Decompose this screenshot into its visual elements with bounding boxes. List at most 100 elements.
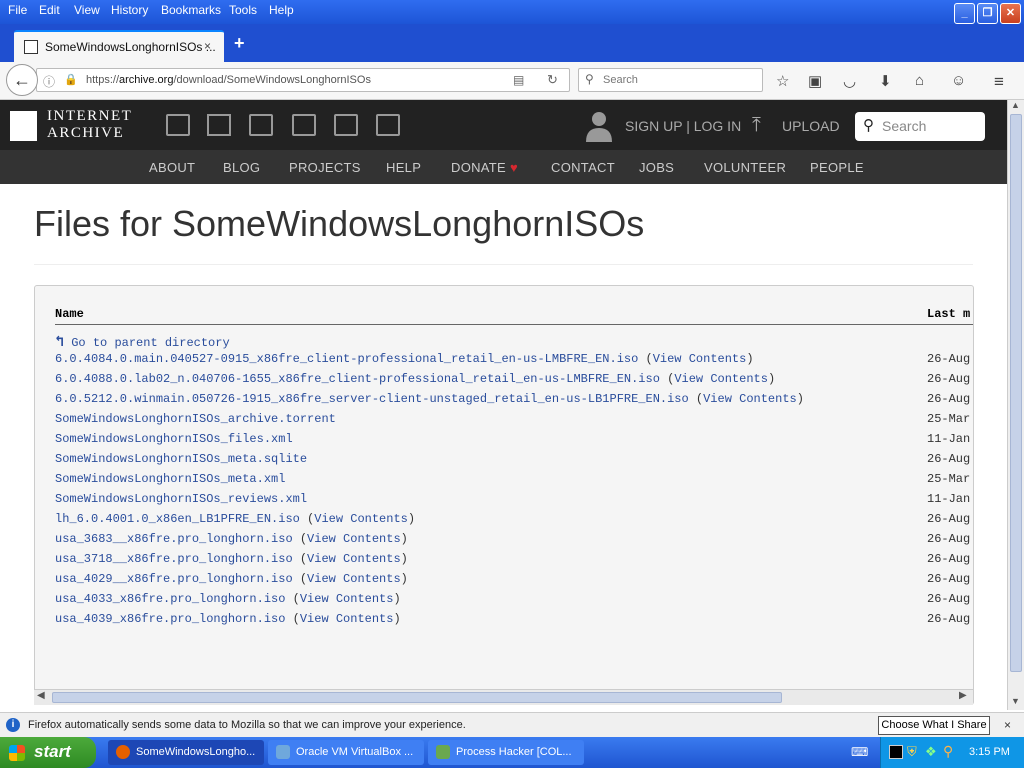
file-row: 6.0.5212.0.winmain.050726-1915_x86fre_se… (55, 392, 804, 406)
minimize-button[interactable]: _ (954, 3, 975, 24)
restore-button[interactable]: ❐ (977, 3, 998, 24)
ia-search-input[interactable]: ⚲ Search (855, 112, 985, 141)
file-link[interactable]: usa_4039_x86fre.pro_longhorn.iso (55, 612, 285, 626)
signup-login-link[interactable]: SIGN UP | LOG IN (625, 118, 741, 134)
file-link[interactable]: 6.0.4088.0.lab02_n.040706-1655_x86fre_cl… (55, 372, 660, 386)
horizontal-scroll-thumb[interactable] (52, 692, 782, 703)
hamburger-menu-icon[interactable]: ≡ (994, 72, 1004, 92)
reading-list-icon[interactable]: ▣ (808, 72, 822, 90)
network-tray-icon[interactable]: ❖ (925, 744, 937, 760)
window-close-button[interactable]: ✕ (1000, 3, 1021, 24)
images-icon[interactable] (376, 114, 400, 136)
home-icon[interactable]: ⌂ (915, 72, 924, 89)
file-link[interactable]: usa_3718__x86fre.pro_longhorn.iso (55, 552, 293, 566)
menu-file[interactable]: File (8, 3, 27, 17)
nav-donate[interactable]: DONATE ♥ (451, 160, 518, 175)
file-link[interactable]: 6.0.4084.0.main.040527-0915_x86fre_clien… (55, 352, 638, 366)
url-text[interactable]: https://archive.org/download/SomeWindows… (86, 74, 371, 86)
task-process-hacker[interactable]: Process Hacker [COL... (428, 740, 584, 765)
pocket-icon[interactable]: ◡ (843, 72, 856, 90)
shield-tray-icon[interactable]: ⛨ (907, 744, 917, 760)
tab-close-icon[interactable]: × (204, 39, 211, 53)
file-link[interactable]: SomeWindowsLonghornISOs_files.xml (55, 432, 293, 446)
video-icon[interactable] (249, 114, 273, 136)
nav-contact[interactable]: CONTACT (551, 160, 615, 175)
smiley-icon[interactable]: ☺ (951, 72, 966, 89)
tab-active[interactable]: SomeWindowsLonghornISOs ... × (14, 30, 224, 62)
scroll-right-icon[interactable]: ▶ (959, 690, 967, 701)
view-contents-link[interactable]: View Contents (314, 512, 408, 526)
texts-icon[interactable] (207, 114, 231, 136)
ia-logo-text[interactable]: INTERNET ARCHIVE (47, 108, 132, 142)
paren: ) (746, 352, 754, 366)
view-contents-link[interactable]: View Contents (703, 392, 797, 406)
parent-directory-link[interactable]: ↰ Go to parent directory (55, 332, 230, 351)
reload-icon[interactable]: ↻ (547, 72, 558, 88)
scroll-up-icon[interactable]: ▲ (1011, 100, 1020, 110)
file-link[interactable]: SomeWindowsLonghornISOs_meta.sqlite (55, 452, 307, 466)
file-link[interactable]: usa_4033_x86fre.pro_longhorn.iso (55, 592, 285, 606)
nav-help[interactable]: HELP (386, 160, 421, 175)
scroll-left-icon[interactable]: ◀ (37, 690, 45, 701)
search-placeholder: Search (603, 74, 638, 86)
audio-icon[interactable] (292, 114, 316, 136)
search-bar[interactable]: ⚲ Search (578, 68, 763, 92)
menu-bookmarks[interactable]: Bookmarks (161, 3, 221, 17)
software-icon[interactable] (334, 114, 358, 136)
task-firefox[interactable]: SomeWindowsLongho... (108, 740, 264, 765)
view-contents-link[interactable]: View Contents (307, 532, 401, 546)
file-link[interactable]: SomeWindowsLonghornISOs_meta.xml (55, 472, 285, 486)
start-button[interactable]: start (0, 737, 96, 768)
view-contents-link[interactable]: View Contents (307, 572, 401, 586)
file-row: SomeWindowsLonghornISOs_meta.sqlite (55, 452, 307, 466)
ia-logo-icon[interactable] (10, 111, 37, 141)
menu-help[interactable]: Help (269, 3, 294, 17)
file-listing: Name Last m ↰ Go to parent directory 6.0… (34, 285, 974, 705)
back-button[interactable]: ← (6, 64, 38, 96)
web-icon[interactable] (166, 114, 190, 136)
console-tray-icon[interactable] (889, 745, 903, 759)
choose-what-i-share-button[interactable]: Choose What I Share (878, 716, 990, 735)
vertical-scrollbar[interactable]: ▲ ▼ (1007, 100, 1024, 710)
menu-history[interactable]: History (111, 3, 148, 17)
menu-tools[interactable]: Tools (229, 3, 257, 17)
bookmark-star-icon[interactable]: ☆ (776, 72, 789, 90)
horizontal-scrollbar[interactable]: ◀ ▶ (34, 689, 973, 705)
task-virtualbox[interactable]: Oracle VM VirtualBox ... (268, 740, 424, 765)
nav-blog[interactable]: BLOG (223, 160, 260, 175)
nav-volunteer[interactable]: VOLUNTEER (704, 160, 786, 175)
nav-jobs[interactable]: JOBS (639, 160, 674, 175)
search-tray-icon[interactable]: ⚲ (943, 743, 953, 760)
downloads-icon[interactable]: ⬇ (879, 72, 892, 90)
view-contents-link[interactable]: View Contents (300, 612, 394, 626)
view-contents-link[interactable]: View Contents (653, 352, 747, 366)
user-icon[interactable] (585, 110, 613, 142)
file-link[interactable]: SomeWindowsLonghornISOs_reviews.xml (55, 492, 307, 506)
menu-edit[interactable]: Edit (39, 3, 60, 17)
nav-people[interactable]: PEOPLE (810, 160, 864, 175)
reader-view-icon[interactable]: ▤ (513, 73, 524, 87)
url-bar[interactable]: ⓘ 🔒 https://archive.org/download/SomeWin… (36, 68, 570, 92)
view-contents-link[interactable]: View Contents (300, 592, 394, 606)
scroll-down-icon[interactable]: ▼ (1011, 696, 1020, 706)
menu-view[interactable]: View (74, 3, 100, 17)
file-link[interactable]: SomeWindowsLonghornISOs_archive.torrent (55, 412, 336, 426)
nav-projects[interactable]: PROJECTS (289, 160, 361, 175)
file-link[interactable]: usa_3683__x86fre.pro_longhorn.iso (55, 532, 293, 546)
keyboard-icon[interactable]: ⌨ (851, 745, 868, 759)
column-header-name[interactable]: Name (55, 307, 84, 321)
file-link[interactable]: usa_4029__x86fre.pro_longhorn.iso (55, 572, 293, 586)
notification-close-icon[interactable]: × (1004, 718, 1011, 732)
view-contents-link[interactable]: View Contents (674, 372, 768, 386)
nav-about[interactable]: ABOUT (149, 160, 195, 175)
column-header-last-modified[interactable]: Last m (927, 307, 970, 321)
file-link[interactable]: 6.0.5212.0.winmain.050726-1915_x86fre_se… (55, 392, 689, 406)
upload-link[interactable]: UPLOAD (782, 118, 840, 134)
file-row: 6.0.4088.0.lab02_n.040706-1655_x86fre_cl… (55, 372, 775, 386)
file-link[interactable]: lh_6.0.4001.0_x86en_LB1PFRE_EN.iso (55, 512, 300, 526)
info-icon[interactable]: ⓘ (43, 73, 55, 90)
vertical-scroll-thumb[interactable] (1010, 114, 1022, 672)
view-contents-link[interactable]: View Contents (307, 552, 401, 566)
new-tab-button[interactable]: + (234, 33, 245, 54)
upload-icon[interactable]: ⤒ (752, 114, 761, 137)
